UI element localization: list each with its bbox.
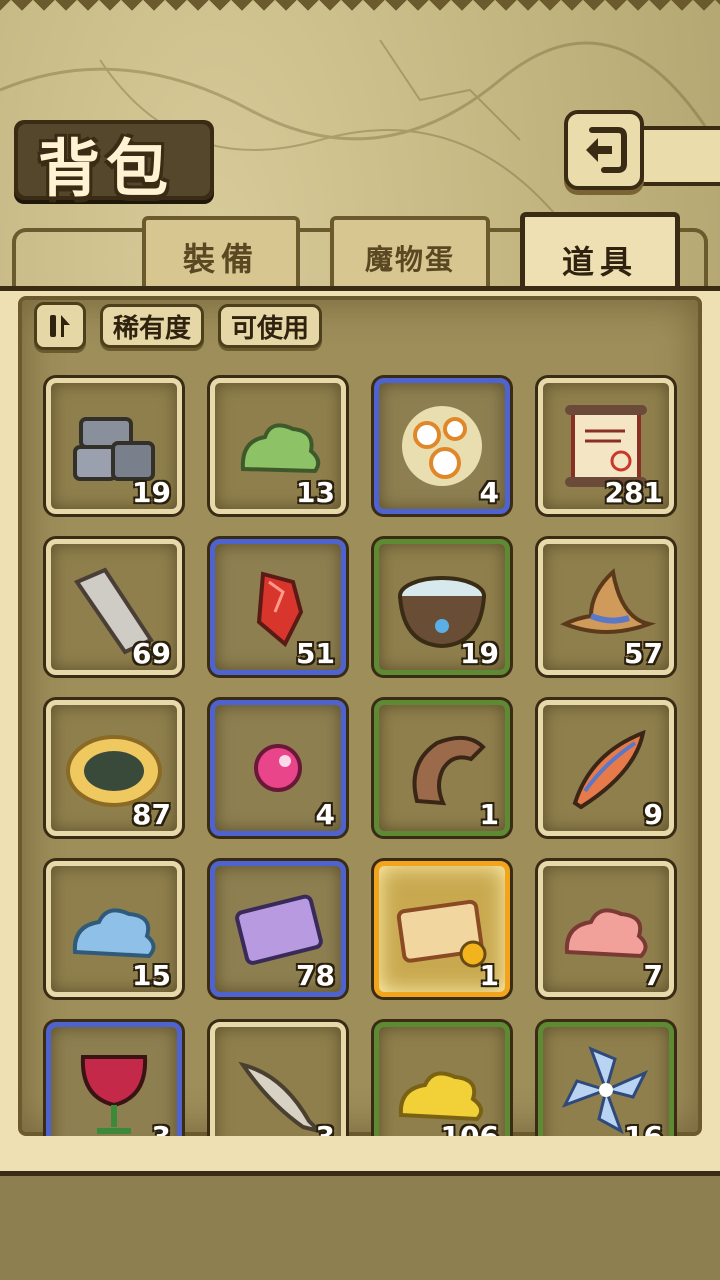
sort-toggle-button[interactable] bbox=[34, 302, 86, 350]
item-slot[interactable]: 19 bbox=[46, 378, 182, 514]
item-slot[interactable]: 15 bbox=[46, 861, 182, 997]
item-slot[interactable]: 9 bbox=[538, 700, 674, 836]
filter-usable-label: 可使用 bbox=[230, 313, 309, 344]
item-quantity: 57 bbox=[624, 637, 663, 670]
item-slot[interactable]: 1 bbox=[374, 861, 510, 997]
item-grid: 1913428169511957874191578173310616 bbox=[40, 370, 680, 1136]
item-quantity: 78 bbox=[296, 959, 335, 992]
item-slot[interactable]: 3 bbox=[46, 1022, 182, 1136]
item-quantity: 4 bbox=[479, 476, 499, 509]
page-title: 背包 bbox=[38, 132, 175, 205]
item-slot[interactable]: 78 bbox=[210, 861, 346, 997]
item-slot[interactable]: 4 bbox=[210, 700, 346, 836]
tab-monster-eggs-label: 魔物蛋 bbox=[364, 243, 455, 276]
item-quantity: 87 bbox=[132, 798, 171, 831]
item-slot[interactable]: 7 bbox=[538, 861, 674, 997]
return-arrow-icon bbox=[586, 127, 627, 173]
item-slot[interactable]: 87 bbox=[46, 700, 182, 836]
item-slot[interactable]: 16 bbox=[538, 1022, 674, 1136]
item-slot[interactable]: 1 bbox=[374, 700, 510, 836]
item-slot[interactable]: 51 bbox=[210, 539, 346, 675]
item-quantity: 51 bbox=[296, 637, 335, 670]
top-border bbox=[0, 0, 720, 22]
sort-toggle-icon bbox=[50, 315, 70, 337]
tab-items[interactable]: 道具 bbox=[520, 212, 680, 290]
back-button-bar bbox=[640, 126, 720, 186]
item-quantity: 281 bbox=[604, 476, 663, 509]
item-slot[interactable]: 19 bbox=[374, 539, 510, 675]
filter-usable-button[interactable]: 可使用 bbox=[218, 304, 322, 348]
item-quantity: 7 bbox=[643, 959, 663, 992]
item-quantity: 3 bbox=[316, 1120, 335, 1136]
item-quantity: 69 bbox=[132, 637, 171, 670]
item-quantity: 13 bbox=[296, 476, 335, 509]
tab-monster-eggs[interactable]: 魔物蛋 bbox=[330, 216, 490, 286]
item-quantity: 106 bbox=[441, 1120, 499, 1136]
tab-equipment[interactable]: 裝備 bbox=[142, 216, 300, 286]
item-slot[interactable]: 4 bbox=[374, 378, 510, 514]
item-slot[interactable]: 69 bbox=[46, 539, 182, 675]
item-quantity: 19 bbox=[460, 637, 499, 670]
tab-equipment-label: 裝備 bbox=[182, 240, 259, 278]
item-quantity: 15 bbox=[132, 959, 171, 992]
item-slot[interactable]: 13 bbox=[210, 378, 346, 514]
item-slot[interactable]: 57 bbox=[538, 539, 674, 675]
item-quantity: 16 bbox=[624, 1120, 663, 1136]
item-quantity: 19 bbox=[132, 476, 171, 509]
filter-rarity-label: 稀有度 bbox=[112, 313, 191, 344]
back-button[interactable] bbox=[564, 110, 644, 190]
item-quantity: 9 bbox=[643, 798, 663, 831]
tab-items-label: 道具 bbox=[561, 243, 638, 281]
item-quantity: 1 bbox=[479, 798, 499, 831]
item-slot[interactable]: 106 bbox=[374, 1022, 510, 1136]
item-quantity: 3 bbox=[152, 1120, 171, 1136]
filter-rarity-button[interactable]: 稀有度 bbox=[100, 304, 204, 348]
item-slot[interactable]: 3 bbox=[210, 1022, 346, 1136]
item-quantity: 4 bbox=[315, 798, 335, 831]
bottom-border bbox=[0, 1146, 720, 1280]
item-slot[interactable]: 281 bbox=[538, 378, 674, 514]
item-quantity: 1 bbox=[479, 959, 499, 992]
